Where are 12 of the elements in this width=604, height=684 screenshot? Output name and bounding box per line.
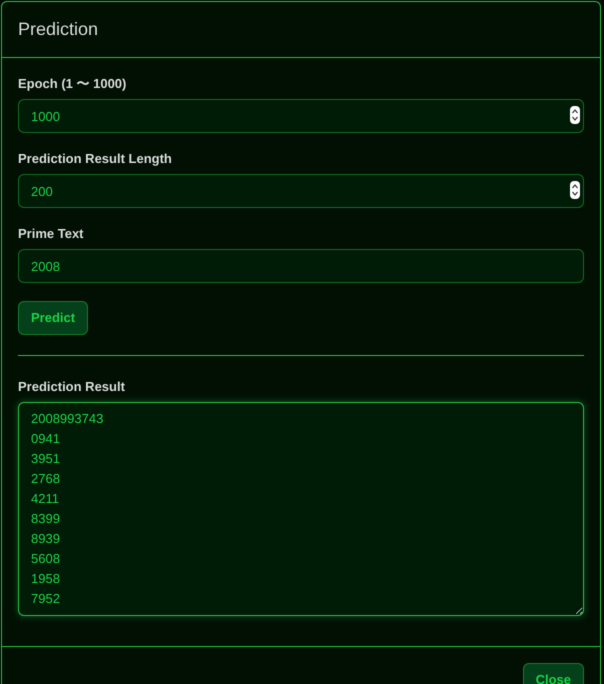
number-field[interactable]: 200	[18, 174, 584, 208]
dialog-title: Prediction	[18, 18, 98, 41]
field-label: Prime Text	[18, 226, 85, 242]
result-label: Prediction Result	[18, 379, 126, 395]
number-field[interactable]: 1000	[18, 99, 584, 133]
field-label: Epoch (1 〜 1000)	[18, 76, 128, 92]
predict-button[interactable]: Predict	[18, 301, 88, 335]
result-textarea[interactable]: 2008993743 0941 3951 2768 4211 8399 8939 5608 1958 7952	[18, 402, 584, 616]
spinner-icon[interactable]	[570, 106, 580, 124]
field-label: Prediction Result Length	[18, 151, 173, 167]
text-field[interactable]: 2008	[18, 249, 584, 283]
spinner-icon[interactable]	[570, 181, 580, 199]
